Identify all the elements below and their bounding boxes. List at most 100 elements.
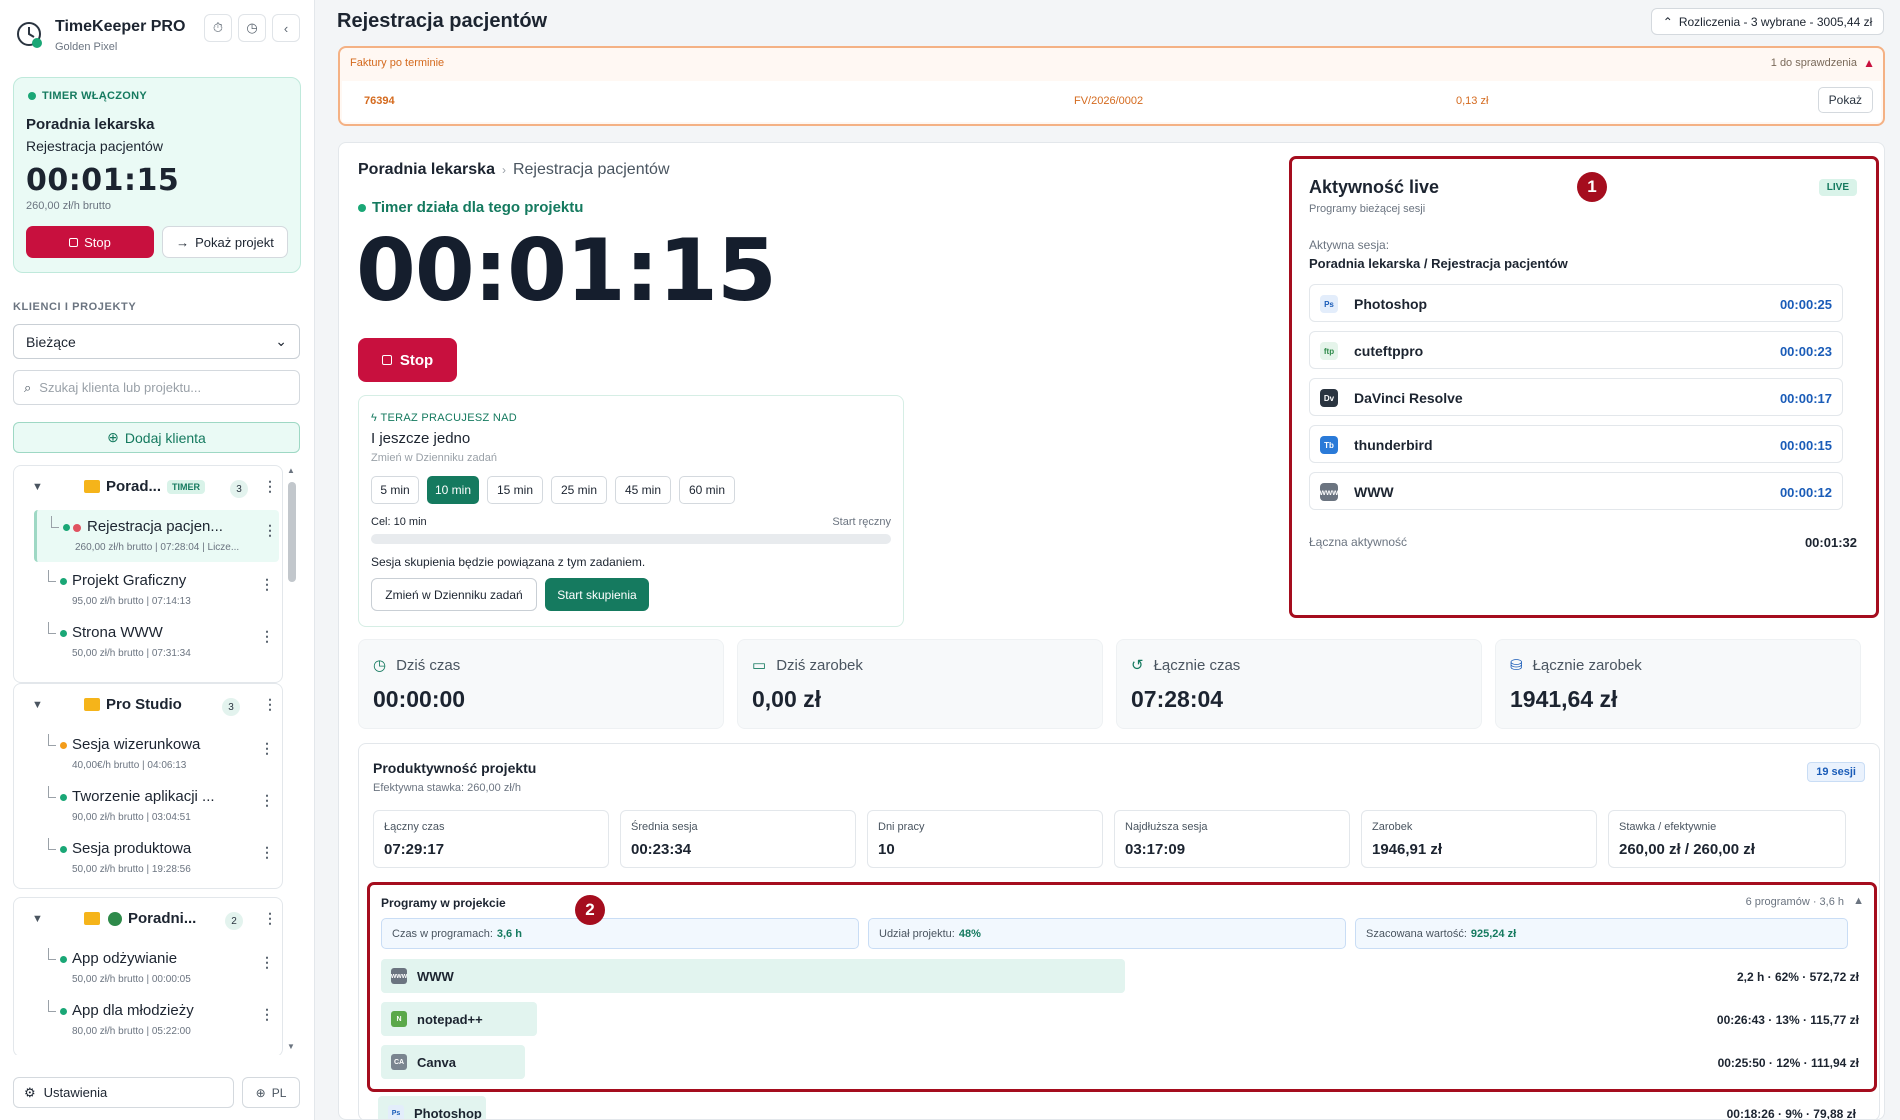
duration-5-button[interactable]: 5 min bbox=[371, 476, 419, 504]
start-focus-button[interactable]: Start skupienia bbox=[545, 578, 649, 611]
client-avatar-icon bbox=[108, 912, 122, 926]
project-item[interactable]: Sesja wizerunkowa 40,00€/h brutto | 04:0… bbox=[34, 728, 279, 780]
collapse-up-icon[interactable]: ▲ bbox=[1853, 895, 1864, 907]
cuteftp-icon: ftp bbox=[1320, 342, 1338, 360]
app-name: DaVinci Resolve bbox=[1354, 390, 1463, 406]
breadcrumb-client[interactable]: Poradnia lekarska bbox=[358, 161, 495, 178]
billing-toggle-button[interactable]: ⌃ Rozliczenia - 3 wybrane - 3005,44 zł bbox=[1651, 8, 1884, 35]
app-name: cuteftppro bbox=[1354, 343, 1424, 359]
metric-label: Średnia sesja bbox=[631, 821, 698, 833]
project-name: Sesja produktowa bbox=[72, 840, 192, 857]
invoice-number: FV/2026/0002 bbox=[1074, 95, 1144, 107]
more-icon[interactable]: ⋮ bbox=[260, 1006, 274, 1023]
stat-card: ◷ Dziś czas 00:00:00 bbox=[358, 639, 724, 729]
scroll-up-icon[interactable]: ▲ bbox=[287, 466, 295, 475]
stop-button[interactable]: Stop bbox=[26, 226, 154, 258]
collapse-triangle-icon[interactable]: ▼ bbox=[32, 699, 43, 711]
project-item[interactable]: Rejestracja pacjen... 260,00 zł/h brutto… bbox=[34, 510, 279, 562]
duration-25-button[interactable]: 25 min bbox=[551, 476, 607, 504]
project-item[interactable]: Projekt Graficzny 95,00 zł/h brutto | 07… bbox=[34, 564, 279, 616]
more-icon[interactable]: ⋮ bbox=[260, 740, 274, 757]
project-info: 40,00€/h brutto | 04:06:13 bbox=[72, 760, 187, 771]
project-item[interactable]: App dla młodzieży 80,00 zł/h brutto | 05… bbox=[34, 994, 279, 1046]
notepad-icon: N bbox=[391, 1011, 407, 1027]
stat-value: 07:28:04 bbox=[1131, 686, 1224, 712]
project-item[interactable]: App odżywianie 50,00 zł/h brutto | 00:00… bbox=[34, 942, 279, 994]
search-input[interactable]: ⌕ Szukaj klienta lub projektu... bbox=[13, 370, 300, 405]
scroll-down-icon[interactable]: ▼ bbox=[287, 1042, 295, 1051]
status-dot bbox=[60, 794, 67, 801]
filter-select[interactable]: Bieżące ⌄ bbox=[13, 324, 300, 359]
program-name: notepad++ bbox=[417, 1012, 483, 1027]
clock-logo-icon bbox=[17, 22, 42, 48]
scrollbar-thumb[interactable] bbox=[288, 482, 296, 582]
project-content: Poradnia lekarska › Rejestracja pacjentów … bbox=[338, 142, 1885, 1120]
more-icon[interactable]: ⋮ bbox=[260, 576, 274, 593]
project-item[interactable]: Tworzenie aplikacji ... 90,00 zł/h brutt… bbox=[34, 780, 279, 832]
show-project-button[interactable]: → Pokaż projekt bbox=[162, 226, 288, 258]
stat-card: ▭ Dziś zarobek 0,00 zł bbox=[737, 639, 1103, 729]
client-group-header[interactable]: ▼ Poradni... 2 ⋮ bbox=[14, 898, 283, 942]
more-icon[interactable]: ⋮ bbox=[263, 478, 277, 495]
project-item[interactable]: Sesja produktowa 50,00 zł/h brutto | 19:… bbox=[34, 832, 279, 884]
client-group-header[interactable]: ▼ Pro Studio 3 ⋮ bbox=[14, 684, 283, 728]
www-icon: www bbox=[1320, 483, 1338, 501]
live-app-row: Tb thunderbird 00:00:15 bbox=[1309, 425, 1843, 463]
programs-count: 6 programów · 3,6 h bbox=[1745, 896, 1844, 908]
metric-label: Zarobek bbox=[1372, 821, 1413, 833]
productivity-subtitle: Efektywna stawka: 260,00 zł/h bbox=[373, 782, 521, 794]
collapse-sidebar-button[interactable]: ‹ bbox=[272, 14, 300, 42]
duration-15-button[interactable]: 15 min bbox=[487, 476, 543, 504]
duration-60-button[interactable]: 60 min bbox=[679, 476, 735, 504]
project-item[interactable]: Strona WWW 50,00 zł/h brutto | 07:31:34 … bbox=[34, 616, 279, 668]
chevron-up-icon: ⌃ bbox=[1662, 14, 1673, 29]
collapse-triangle-icon[interactable]: ▼ bbox=[32, 481, 43, 493]
more-icon[interactable]: ⋮ bbox=[260, 954, 274, 971]
clock-icon: ◷ bbox=[373, 657, 387, 674]
settings-button[interactable]: ⚙ Ustawienia bbox=[13, 1077, 234, 1108]
davinci-icon: Dv bbox=[1320, 389, 1338, 407]
sidebar-scrollbar[interactable]: ▲ ▼ bbox=[287, 466, 297, 1051]
stat-label: Dziś czas bbox=[396, 656, 461, 674]
focus-timer-button[interactable]: ⏱ bbox=[204, 14, 232, 42]
metric-card: Najdłuższa sesja 03:17:09 bbox=[1114, 810, 1350, 868]
stop-icon bbox=[381, 355, 392, 365]
invoice-amount: 0,13 zł bbox=[1456, 95, 1489, 107]
stat-label: Łącznie czas bbox=[1153, 656, 1241, 674]
add-client-button[interactable]: ⊕ Dodaj klienta bbox=[13, 422, 300, 453]
app-time: 00:00:17 bbox=[1779, 391, 1832, 406]
focus-label: TERAZ PRACUJESZ NAD bbox=[380, 412, 517, 424]
big-stop-button[interactable]: Stop bbox=[358, 338, 457, 382]
folder-icon bbox=[84, 480, 100, 493]
more-icon[interactable]: ⋮ bbox=[263, 522, 277, 539]
change-task-button[interactable]: Zmień w Dzienniku zadań bbox=[371, 578, 537, 611]
language-button[interactable]: ⊕ PL bbox=[242, 1077, 300, 1108]
more-icon[interactable]: ⋮ bbox=[260, 792, 274, 809]
active-session-label: Aktywna sesja: bbox=[1309, 238, 1390, 252]
program-value: 2,2 h · 62% · 572,72 zł bbox=[1736, 970, 1859, 984]
total-activity-label: Łączna aktywność bbox=[1309, 535, 1408, 549]
timer-badge: TIMER bbox=[167, 480, 206, 495]
more-icon[interactable]: ⋮ bbox=[263, 696, 277, 713]
duration-45-button[interactable]: 45 min bbox=[615, 476, 671, 504]
client-group-header[interactable]: ▼ Porad... TIMER 3 ⋮ bbox=[14, 466, 283, 510]
chevron-left-icon: ‹ bbox=[283, 20, 289, 36]
history-button[interactable]: ◷ bbox=[238, 14, 266, 42]
more-icon[interactable]: ⋮ bbox=[260, 844, 274, 861]
status-dot bbox=[60, 742, 67, 749]
app-time: 00:00:25 bbox=[1779, 297, 1832, 312]
more-icon[interactable]: ⋮ bbox=[263, 910, 277, 927]
collapse-triangle-icon[interactable]: ▼ bbox=[32, 913, 43, 925]
summary-chip: Udział projektu: 48% bbox=[868, 918, 1346, 949]
history-icon: ◷ bbox=[246, 20, 258, 35]
search-icon: ⌕ bbox=[24, 379, 32, 395]
status-dot bbox=[60, 846, 67, 853]
client-name: Poradni... bbox=[128, 910, 197, 927]
timer-client: Poradnia lekarska bbox=[26, 116, 155, 133]
canva-icon: CA bbox=[391, 1054, 407, 1070]
photoshop-icon: Ps bbox=[388, 1105, 404, 1119]
more-icon[interactable]: ⋮ bbox=[260, 628, 274, 645]
show-invoice-button[interactable]: Pokaż bbox=[1817, 87, 1873, 113]
duration-10-button[interactable]: 10 min bbox=[427, 476, 479, 504]
focus-change-link[interactable]: Zmień w Dzienniku zadań bbox=[371, 452, 497, 464]
